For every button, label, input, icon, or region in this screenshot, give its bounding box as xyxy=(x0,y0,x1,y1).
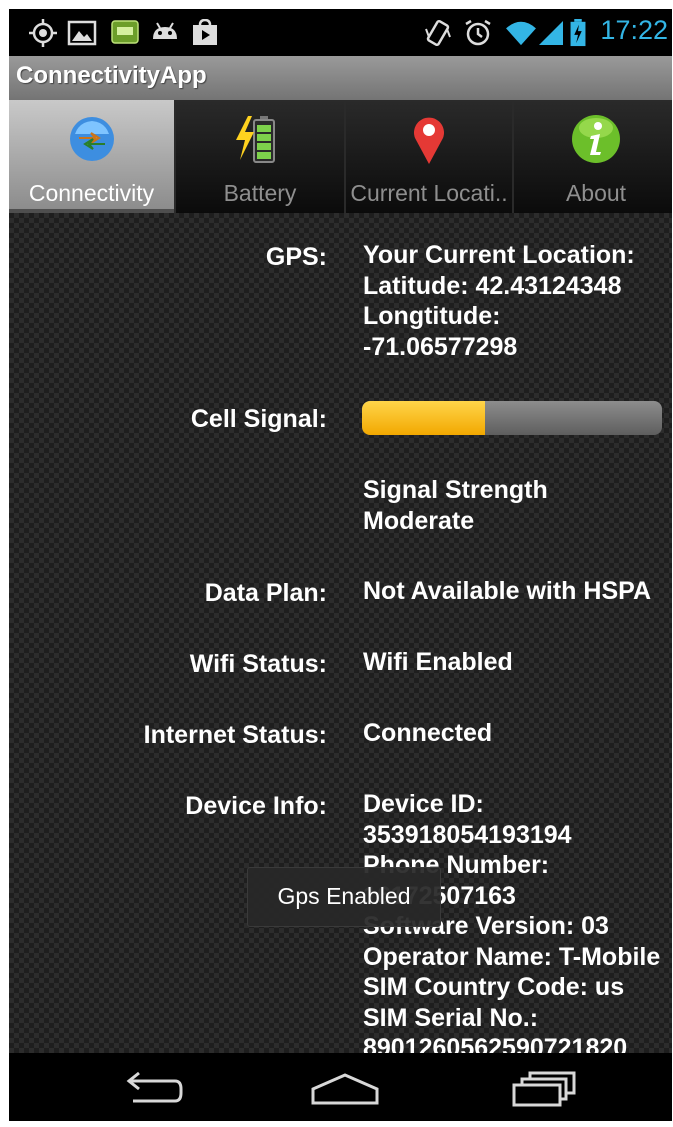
recent-apps-icon[interactable] xyxy=(504,1063,584,1113)
tab-label: Connectivity xyxy=(28,180,155,206)
home-icon[interactable] xyxy=(305,1063,385,1113)
signal-strength-text: Signal Strength Moderate xyxy=(363,475,548,536)
cell-signal-bar-fill xyxy=(362,401,485,435)
tab-current-location[interactable]: Current Locati.. xyxy=(346,100,514,213)
wifi-icon xyxy=(506,21,536,46)
signal-strength-line: Moderate xyxy=(363,506,475,535)
battery-icon xyxy=(236,116,275,163)
device-info-line: 8901260562590721820 xyxy=(363,1034,628,1053)
tab-bar: Connectivity Battery Current Locati.. Ab… xyxy=(9,100,672,213)
cell-signal-label: Cell Signal: xyxy=(190,405,327,433)
tab-label: Battery xyxy=(223,180,297,206)
data-plan-value: Not Available with HSPA xyxy=(363,577,652,605)
play-store-icon xyxy=(193,19,217,45)
device-info-line: Operator Name: T-Mobile xyxy=(363,942,661,971)
device-info-line: 353918054193194 xyxy=(363,820,572,849)
connectivity-icon xyxy=(69,117,114,161)
status-time: 17:22 xyxy=(600,15,668,45)
gps-value: Your Current Location: Latitude: 42.4312… xyxy=(363,240,635,362)
tab-connectivity[interactable]: Connectivity xyxy=(9,100,176,213)
gps-line: Latitude: 42.43124348 xyxy=(363,271,622,300)
device-info-line: Device ID: xyxy=(363,790,484,818)
signal-strength-line: Signal Strength xyxy=(363,476,548,504)
tab-label: About xyxy=(565,180,627,206)
tab-battery[interactable]: Battery xyxy=(176,100,346,213)
toast-text: Gps Enabled xyxy=(277,883,411,909)
navigation-bar xyxy=(9,1053,672,1121)
gps-line: -71.06577298 xyxy=(363,332,518,361)
usb-storage-icon xyxy=(111,20,139,44)
wifi-status-value: Wifi Enabled xyxy=(363,648,513,676)
back-icon[interactable] xyxy=(109,1063,189,1113)
internet-status-value: Connected xyxy=(363,719,493,747)
app-title: ConnectivityApp xyxy=(16,62,207,89)
gps-line: Your Current Location: xyxy=(363,241,635,269)
app-title-bar: ConnectivityApp xyxy=(9,56,672,100)
device-screen: 17:22 ConnectivityApp Connectivity Batte… xyxy=(9,9,672,1121)
tab-label: Current Locati.. xyxy=(350,180,508,206)
tab-about[interactable]: About xyxy=(514,100,672,213)
alarm-icon xyxy=(465,19,491,46)
internet-status-label: Internet Status: xyxy=(143,721,327,749)
device-info-line: SIM Country Code: us xyxy=(363,973,625,1001)
gps-icon xyxy=(29,19,57,47)
info-icon xyxy=(572,115,620,163)
location-pin-icon xyxy=(414,117,444,164)
vibrate-icon xyxy=(425,19,451,47)
cell-signal-bar xyxy=(362,401,662,435)
gallery-icon xyxy=(67,20,97,46)
device-info-line: SIM Serial No.: xyxy=(363,1003,539,1032)
cell-signal-icon xyxy=(539,21,563,45)
connectivity-content[interactable]: GPS: Your Current Location: Latitude: 42… xyxy=(9,213,672,1053)
data-plan-label: Data Plan: xyxy=(204,579,327,607)
gps-label: GPS: xyxy=(265,243,327,271)
device-info-label: Device Info: xyxy=(185,792,327,820)
wifi-status-label: Wifi Status: xyxy=(189,650,327,678)
toast-message: Gps Enabled xyxy=(247,867,441,927)
battery-charging-icon xyxy=(570,19,586,47)
android-debug-icon xyxy=(153,22,177,39)
gps-line: Longtitude: xyxy=(363,302,501,330)
status-bar: 17:22 xyxy=(9,9,672,56)
